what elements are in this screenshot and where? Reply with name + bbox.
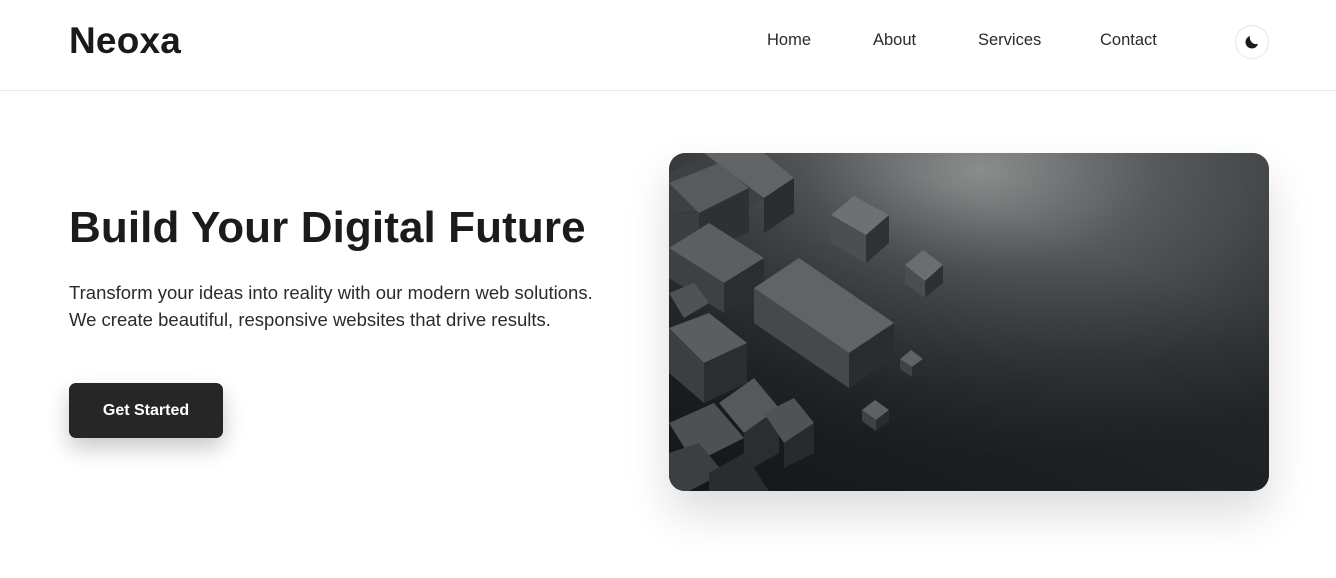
- nav-link-about[interactable]: About: [873, 31, 916, 50]
- moon-icon: [1245, 36, 1258, 49]
- get-started-button[interactable]: Get Started: [69, 383, 223, 438]
- hero-title: Build Your Digital Future: [69, 203, 586, 252]
- site-header: Neoxa Home About Services Contact: [0, 0, 1336, 91]
- nav-link-services[interactable]: Services: [978, 31, 1041, 50]
- abstract-cubes-image: [669, 153, 1269, 491]
- brand-logo[interactable]: Neoxa: [69, 20, 181, 62]
- nav-link-contact[interactable]: Contact: [1100, 31, 1157, 50]
- hero-image: [669, 153, 1269, 491]
- hero-description: Transform your ideas into reality with o…: [69, 282, 593, 330]
- theme-toggle-button[interactable]: [1235, 25, 1269, 59]
- nav-link-home[interactable]: Home: [767, 31, 811, 50]
